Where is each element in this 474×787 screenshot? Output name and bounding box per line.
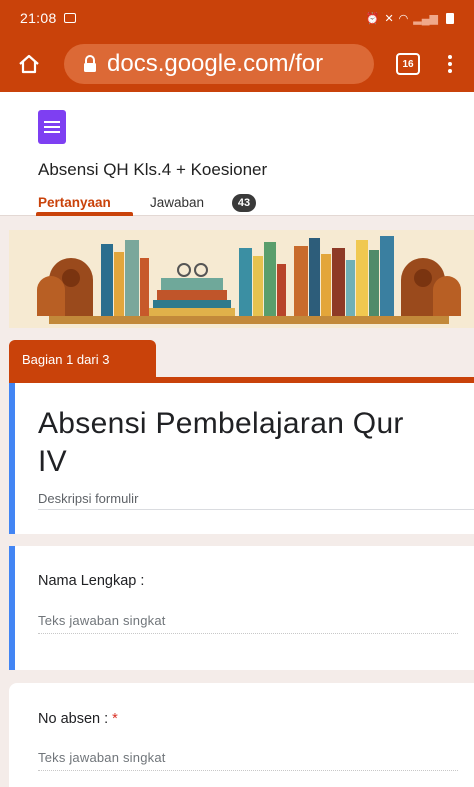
signal-icon: ▂▄▆: [413, 12, 438, 25]
more-vert-icon: [448, 55, 452, 59]
url-text: docs.google.com/for: [107, 50, 324, 77]
active-tab-indicator: [36, 212, 133, 216]
gallery-notification-icon: [63, 13, 76, 23]
question-card-name[interactable]: Nama Lengkap : Teks jawaban singkat: [9, 546, 474, 670]
tab-questions[interactable]: Pertanyaan: [38, 195, 111, 210]
mute-icon: ✕: [384, 12, 394, 25]
question-title: Nama Lengkap :: [38, 573, 145, 589]
address-bar[interactable]: docs.google.com/for: [64, 44, 374, 84]
form-title[interactable]: Absensi Pembelajaran Qur IV: [38, 405, 404, 481]
more-menu-button[interactable]: [440, 51, 460, 77]
form-title-card[interactable]: Absensi Pembelajaran Qur IV Deskripsi fo…: [9, 383, 474, 534]
form-description-input[interactable]: Deskripsi formulir: [38, 491, 138, 506]
header-image-bookshelf: [9, 230, 474, 328]
form-title-line-2: IV: [38, 445, 67, 478]
description-underline: [38, 509, 474, 510]
form-title-line-1: Absensi Pembelajaran Qur: [38, 407, 404, 440]
answer-underline: [38, 770, 458, 771]
required-asterisk: *: [112, 711, 118, 727]
short-answer-placeholder: Teks jawaban singkat: [38, 613, 166, 628]
wifi-icon: ◠: [398, 12, 409, 25]
status-bar: 21:08 ⏰ ✕ ◠ ▂▄▆: [0, 0, 474, 36]
browser-toolbar: docs.google.com/for 16: [0, 36, 474, 92]
answer-underline: [38, 633, 458, 634]
document-title[interactable]: Absensi QH Kls.4 + Koesioner: [38, 160, 267, 180]
alarm-icon: ⏰: [365, 12, 380, 25]
tab-responses[interactable]: Jawaban: [150, 195, 204, 210]
home-icon: [19, 54, 39, 74]
battery-icon: [446, 12, 454, 24]
google-forms-icon[interactable]: [38, 110, 66, 144]
section-indicator: Bagian 1 dari 3: [9, 340, 156, 378]
responses-count-badge: 43: [232, 194, 256, 212]
clock: 21:08: [20, 10, 57, 26]
question-title-text: No absen :: [38, 711, 109, 727]
tab-switcher-button[interactable]: 16: [396, 53, 420, 75]
bookshelf-illustration: [9, 230, 474, 328]
form-editor-header: Absensi QH Kls.4 + Koesioner Pertanyaan …: [0, 92, 474, 216]
question-card-absence-number[interactable]: No absen : * Teks jawaban singkat: [9, 683, 474, 787]
status-icons: ⏰ ✕ ◠ ▂▄▆: [366, 12, 454, 25]
question-title: No absen : *: [38, 711, 118, 727]
home-button[interactable]: [16, 51, 42, 77]
lock-icon: [84, 55, 96, 72]
short-answer-placeholder: Teks jawaban singkat: [38, 750, 166, 765]
